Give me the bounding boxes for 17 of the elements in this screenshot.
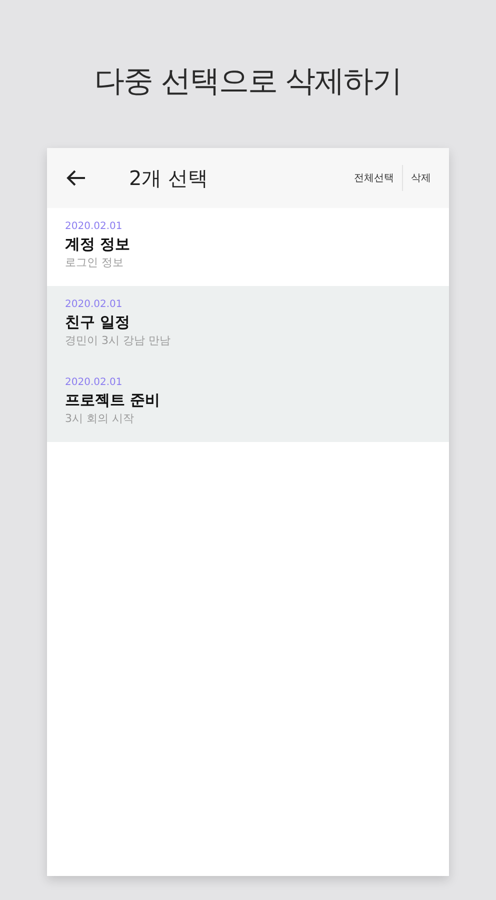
headline: 다중 선택으로 삭제하기	[94, 63, 402, 101]
note-title: 계정 정보	[65, 234, 132, 255]
note-title: 프로젝트 준비	[65, 390, 162, 411]
screen-title: 2개 선택	[129, 165, 208, 192]
app-bar-action[interactable]: 전체선택	[346, 166, 402, 190]
note-date: 2020.02.01	[65, 376, 124, 389]
note-preview: 경민이 3시 강남 만남	[65, 333, 172, 349]
note-date: 2020.02.01	[65, 220, 124, 233]
note-preview: 로그인 정보	[65, 255, 124, 271]
note-date: 2020.02.01	[65, 298, 124, 311]
note-preview: 3시 회의 시작	[65, 411, 135, 427]
back-arrow-icon	[66, 169, 86, 187]
note-item[interactable]: 2020.02.01 프로젝트 준비 3시 회의 시작	[47, 364, 449, 442]
note-item[interactable]: 2020.02.01 친구 일정 경민이 3시 강남 만남	[47, 286, 449, 364]
note-item[interactable]: 2020.02.01 계정 정보 로그인 정보	[47, 208, 449, 286]
note-title: 친구 일정	[65, 312, 132, 333]
app-bar-action[interactable]: 삭제	[403, 166, 439, 190]
